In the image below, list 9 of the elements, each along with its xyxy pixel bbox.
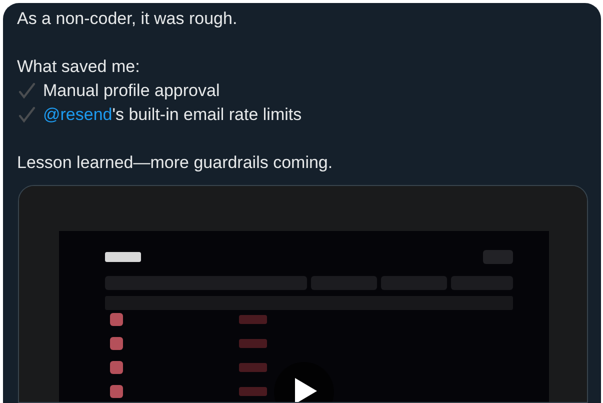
check-icon: [17, 81, 37, 101]
post-text: What saved me:: [17, 56, 140, 78]
check-icon: [17, 105, 37, 125]
post-text: Lesson learned—more guardrails coming.: [17, 152, 333, 174]
mention-link[interactable]: @resend: [43, 105, 112, 124]
post-text: As a non-coder, it was rough.: [17, 8, 238, 30]
list-item-text: Manual profile approval: [43, 80, 220, 102]
list-item-text: @resend's built-in email rate limits: [43, 104, 302, 126]
play-icon: [295, 378, 317, 402]
